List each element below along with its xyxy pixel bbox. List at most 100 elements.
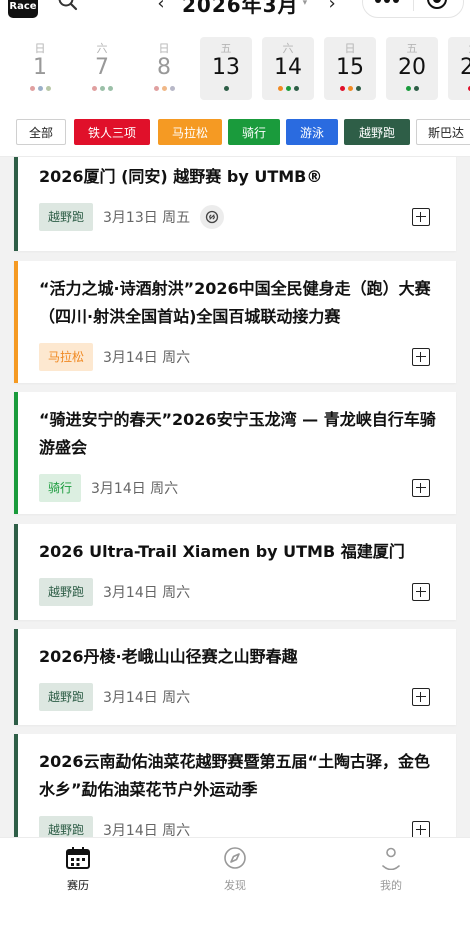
date-weekday: 日: [14, 40, 66, 55]
category-accent-bar: [14, 734, 18, 837]
date-strip: 日1六7日8五13六14日15五20六21: [0, 30, 470, 108]
date-item[interactable]: 日15: [324, 37, 376, 100]
filter-chip[interactable]: 越野跑: [344, 119, 410, 145]
event-indicator-dots: [14, 86, 66, 91]
event-dot: [414, 86, 419, 91]
category-tag: 越野跑: [39, 683, 93, 711]
event-meta: 越野跑 3月14日 周六: [39, 816, 190, 837]
event-indicator-dots: [76, 86, 128, 91]
event-dot: [286, 86, 291, 91]
nav-item-discover[interactable]: 发现: [195, 846, 275, 893]
event-title: 2026丹棱·老峨山山径赛之山野春趣: [39, 643, 436, 671]
date-item[interactable]: 五20: [386, 37, 438, 100]
filter-chip[interactable]: 游泳: [286, 119, 338, 145]
event-card[interactable]: 2026 Ultra-Trail Xiamen by UTMB 福建厦门越野跑3…: [14, 524, 456, 620]
event-dot: [154, 86, 159, 91]
date-weekday: 六: [448, 40, 470, 55]
next-month-button[interactable]: ›: [321, 0, 343, 14]
filter-chip[interactable]: 铁人三项: [74, 119, 150, 145]
filter-chip[interactable]: 骑行: [228, 119, 280, 145]
link-icon[interactable]: [200, 205, 224, 229]
event-meta: 越野跑 3月14日 周六: [39, 578, 190, 606]
date-item[interactable]: 日1: [14, 37, 66, 100]
add-to-calendar-button[interactable]: [412, 208, 430, 226]
add-to-calendar-button[interactable]: [412, 583, 430, 601]
top-bar: Race ‹ 2026年3月 ▾ ›: [0, 0, 470, 30]
month-navigator: ‹ 2026年3月 ▾ ›: [150, 0, 343, 18]
date-weekday: 五: [200, 40, 252, 55]
calendar-icon: [65, 855, 91, 874]
date-number: 13: [200, 55, 252, 81]
category-accent-bar: [14, 629, 18, 725]
compass-icon: [223, 855, 247, 874]
date-number: 14: [262, 55, 314, 81]
nav-item-calendar[interactable]: 赛历: [38, 846, 118, 893]
event-dot: [340, 86, 345, 91]
date-weekday: 日: [324, 40, 376, 55]
nav-item-profile[interactable]: 我的: [351, 846, 431, 893]
app-logo: Race: [8, 0, 38, 18]
user-icon: [379, 855, 403, 874]
category-tag: 越野跑: [39, 816, 93, 837]
category-accent-bar: [14, 392, 18, 514]
search-icon[interactable]: [57, 0, 79, 16]
event-indicator-dots: [138, 86, 190, 91]
event-card[interactable]: 2026厦门 (同安) 越野赛 by UTMB®越野跑3月13日 周五: [14, 157, 456, 251]
event-dot: [108, 86, 113, 91]
event-date: 3月14日 周六: [103, 820, 190, 837]
event-dot: [406, 86, 411, 91]
event-dot: [92, 86, 97, 91]
event-date: 3月14日 周六: [103, 582, 190, 602]
event-card[interactable]: 2026丹棱·老峨山山径赛之山野春趣越野跑3月14日 周六: [14, 629, 456, 725]
filter-chip[interactable]: 斯巴达: [416, 119, 470, 145]
category-accent-bar: [14, 157, 18, 251]
date-weekday: 五: [386, 40, 438, 55]
date-item[interactable]: 六7: [76, 37, 128, 100]
category-filter-bar: 全部铁人三项马拉松骑行游泳越野跑斯巴达: [0, 108, 470, 157]
date-number: 21: [448, 55, 470, 81]
event-dot: [38, 86, 43, 91]
more-icon[interactable]: [375, 0, 399, 3]
date-item[interactable]: 六14: [262, 37, 314, 100]
nav-label-profile: 我的: [351, 877, 431, 893]
category-accent-bar: [14, 261, 18, 383]
month-title[interactable]: 2026年3月: [182, 0, 299, 18]
chevron-down-icon[interactable]: ▾: [303, 0, 308, 8]
event-dot: [224, 86, 229, 91]
category-tag: 越野跑: [39, 578, 93, 606]
event-dot: [356, 86, 361, 91]
event-dot: [162, 86, 167, 91]
date-item[interactable]: 日8: [138, 37, 190, 100]
event-date: 3月14日 周六: [91, 478, 178, 498]
date-item[interactable]: 五13: [200, 37, 252, 100]
mini-program-capsule: [362, 0, 464, 18]
event-indicator-dots: [324, 86, 376, 91]
event-dot: [348, 86, 353, 91]
date-number: 7: [76, 55, 128, 81]
event-date: 3月13日 周五: [103, 207, 190, 227]
event-dot: [278, 86, 283, 91]
add-to-calendar-button[interactable]: [412, 479, 430, 497]
add-to-calendar-button[interactable]: [412, 821, 430, 837]
filter-chip[interactable]: 马拉松: [158, 119, 222, 145]
nav-label-calendar: 赛历: [38, 877, 118, 893]
event-card[interactable]: “骑进安宁的春天”2026安宁玉龙湾 — 青龙峡自行车骑游盛会骑行3月14日 周…: [14, 392, 456, 514]
date-weekday: 日: [138, 40, 190, 55]
capsule-divider: [413, 0, 414, 11]
date-item[interactable]: 六21: [448, 37, 470, 100]
filter-chip[interactable]: 全部: [16, 119, 66, 145]
event-title: “骑进安宁的春天”2026安宁玉龙湾 — 青龙峡自行车骑游盛会: [39, 406, 436, 462]
event-indicator-dots: [386, 86, 438, 91]
event-card[interactable]: “活力之城·诗酒射洪”2026中国全民健身走（跑）大赛（四川·射洪全国首站)全国…: [14, 261, 456, 383]
date-number: 20: [386, 55, 438, 81]
prev-month-button[interactable]: ‹: [150, 0, 172, 14]
event-card[interactable]: 2026云南勐佑油菜花越野赛暨第五届“土陶古驿，金色水乡”勐佑油菜花节户外运动季…: [14, 734, 456, 837]
add-to-calendar-button[interactable]: [412, 348, 430, 366]
close-target-icon[interactable]: [427, 0, 447, 9]
add-to-calendar-button[interactable]: [412, 688, 430, 706]
event-dot: [170, 86, 175, 91]
bottom-navigation: 赛历 发现 我的: [0, 837, 470, 935]
event-title: 2026云南勐佑油菜花越野赛暨第五届“土陶古驿，金色水乡”勐佑油菜花节户外运动季: [39, 748, 436, 804]
event-indicator-dots: [262, 86, 314, 91]
event-meta: 越野跑3月13日 周五: [39, 203, 224, 231]
